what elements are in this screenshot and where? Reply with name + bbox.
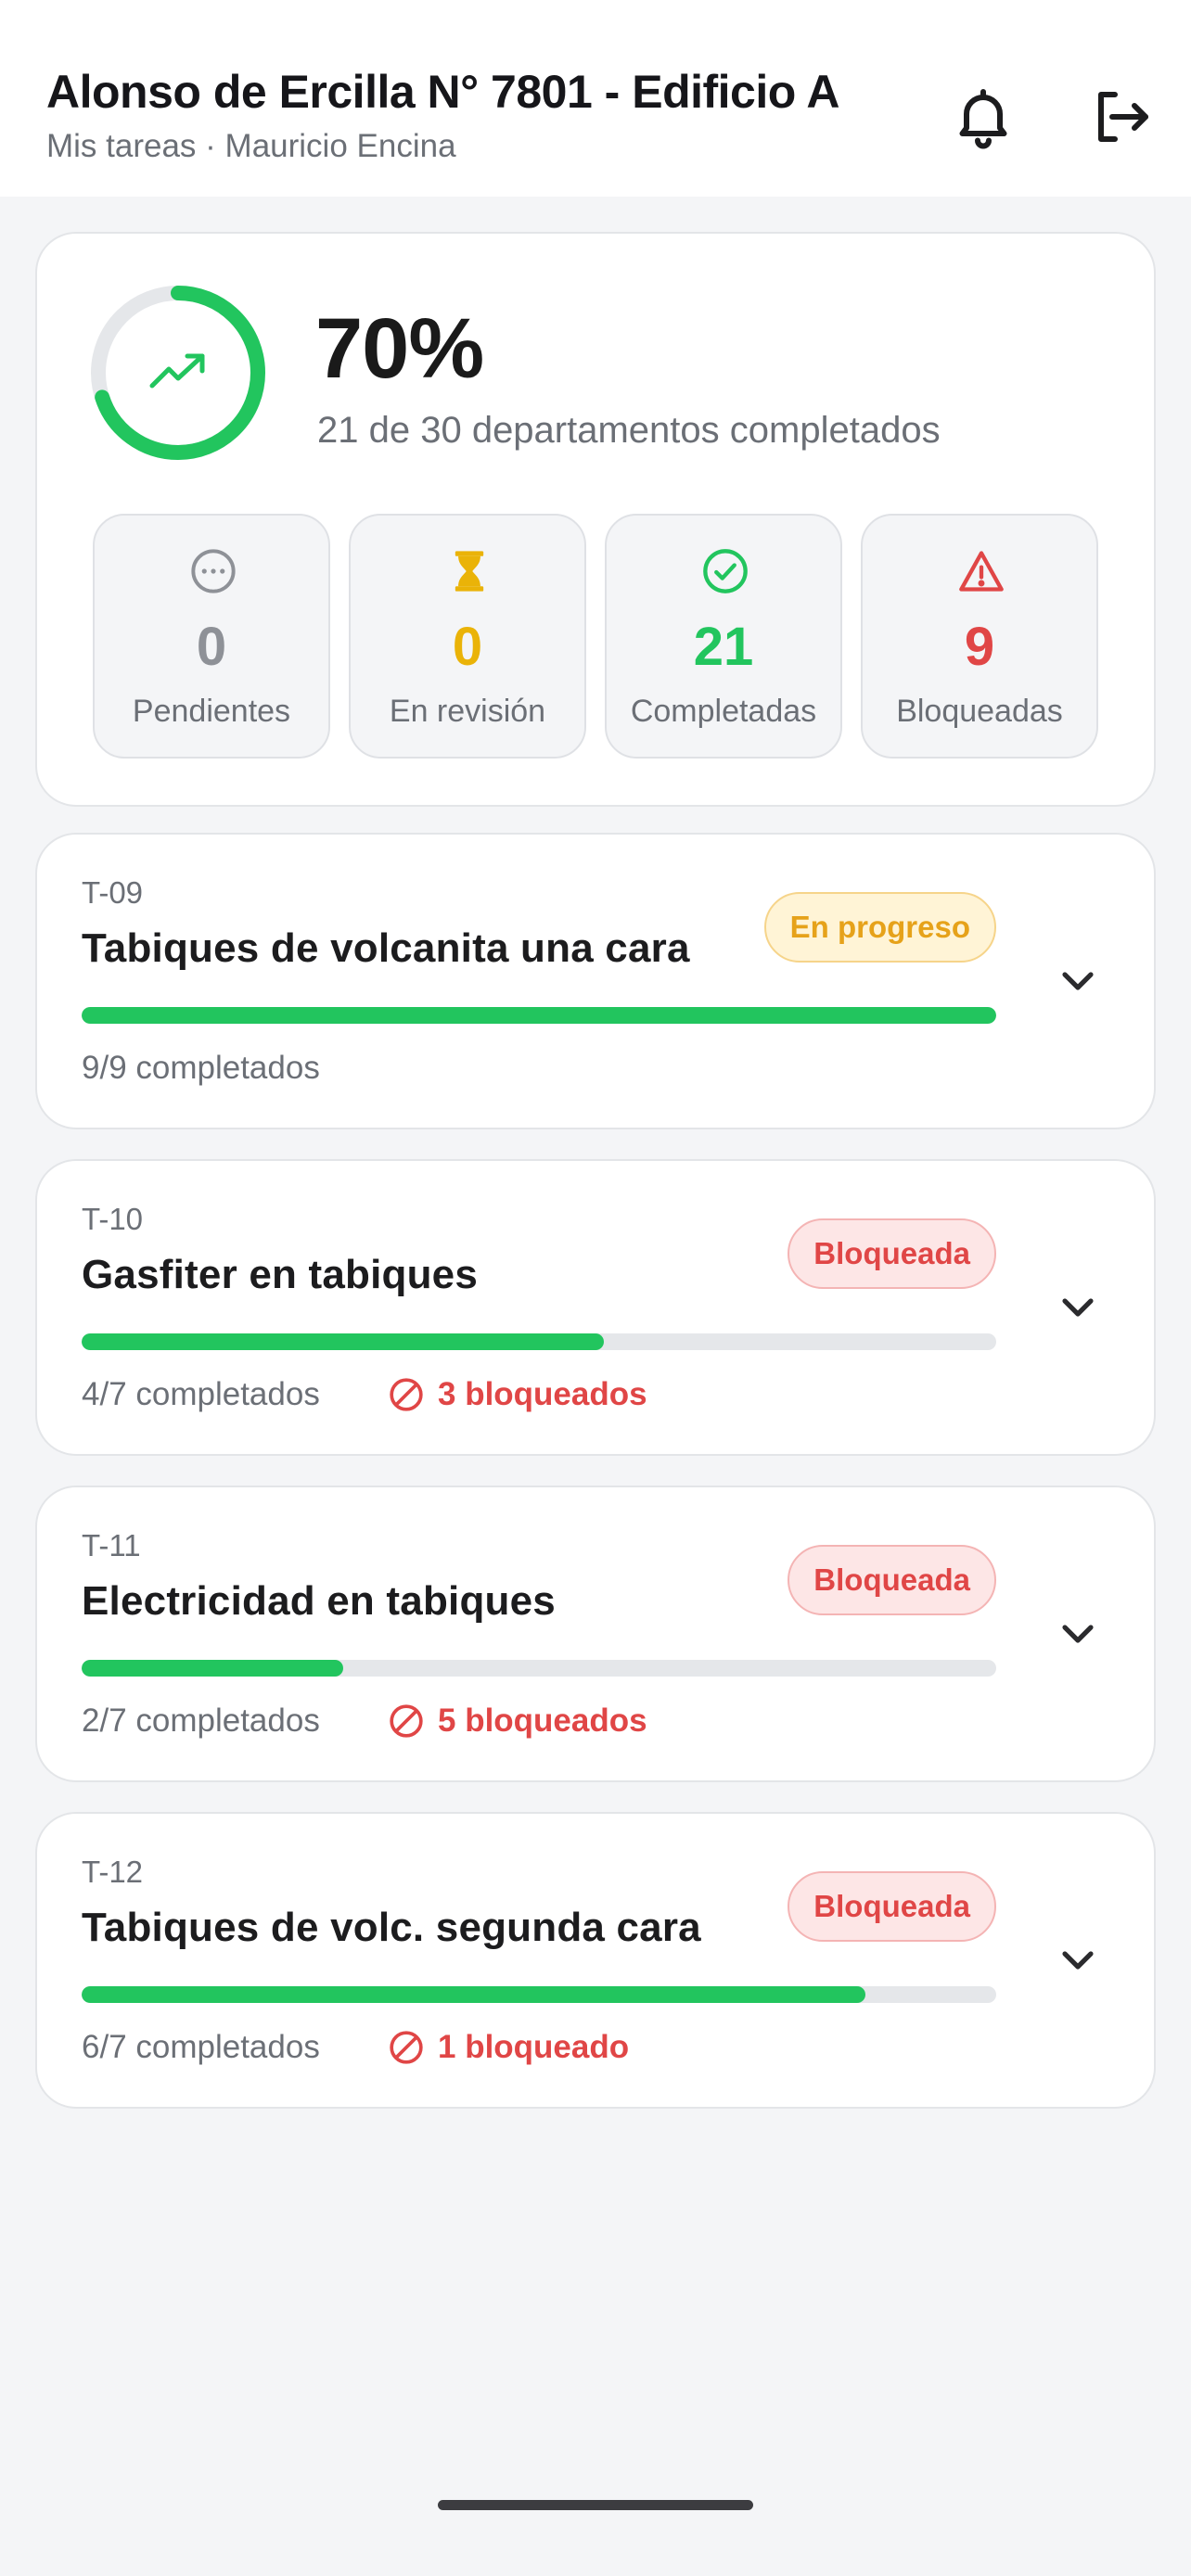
stat-value: 0 (196, 617, 227, 677)
task-name: Tabiques de volcanita una cara (82, 925, 690, 971)
stat-bloqueadas[interactable]: 9 Bloqueadas (861, 514, 1098, 759)
hourglass-icon (445, 547, 493, 595)
status-badge: En progreso (763, 892, 996, 963)
logout-icon[interactable] (1087, 83, 1154, 150)
task-code: T-12 (82, 1855, 144, 1889)
task-card[interactable]: T-10 Gasfiter en tabiques Bloqueada 4/7 … (35, 1159, 1156, 1456)
task-card[interactable]: T-11 Electricidad en tabiques Bloqueada … (35, 1486, 1156, 1782)
status-badge: Bloqueada (788, 1218, 996, 1289)
ban-icon (388, 1376, 425, 1413)
trending-up-icon (149, 353, 205, 389)
task-code: T-10 (82, 1202, 144, 1236)
stat-en-revision[interactable]: 0 En revisión (349, 514, 586, 759)
completed-count: 9/9 completados (82, 1050, 320, 1086)
check-circle-icon (701, 547, 749, 595)
stat-completadas[interactable]: 21 Completadas (605, 514, 842, 759)
progress-caption: 21 de 30 departamentos completados (317, 410, 941, 451)
blocked-count-label: 3 bloqueados (438, 1376, 647, 1412)
blocked-count: 5 bloqueados (388, 1702, 647, 1740)
task-code: T-11 (82, 1528, 141, 1562)
ban-icon (388, 1702, 425, 1740)
blocked-count: 3 bloqueados (388, 1376, 647, 1413)
chevron-down-icon[interactable] (1052, 1608, 1104, 1660)
completed-count: 6/7 completados (82, 2029, 320, 2065)
task-code: T-09 (82, 875, 144, 910)
task-name: Electricidad en tabiques (82, 1578, 556, 1624)
progress-bar (82, 1660, 996, 1677)
dots-circle-icon (189, 547, 237, 595)
chevron-down-icon[interactable] (1052, 955, 1104, 1007)
stat-value: 9 (964, 617, 995, 677)
chevron-down-icon[interactable] (1052, 1934, 1104, 1986)
blocked-count-label: 5 bloqueados (438, 1702, 647, 1739)
completed-count: 4/7 completados (82, 1376, 320, 1412)
bell-icon[interactable] (950, 83, 1017, 150)
blocked-count: 1 bloqueado (388, 2029, 629, 2066)
status-badge: Bloqueada (788, 1871, 996, 1942)
progress-bar-fill (82, 1333, 605, 1350)
stat-value: 21 (693, 617, 754, 677)
progress-bar (82, 1333, 996, 1350)
chevron-down-icon[interactable] (1052, 1282, 1104, 1333)
task-name: Tabiques de volc. segunda cara (82, 1905, 701, 1950)
stat-label: Pendientes (132, 694, 291, 729)
progress-bar (82, 1007, 996, 1024)
app-header: Alonso de Ercilla N° 7801 - Edificio A M… (0, 0, 1191, 197)
task-card[interactable]: T-12 Tabiques de volc. segunda cara Bloq… (35, 1812, 1156, 2109)
progress-percent: 70% (315, 301, 484, 396)
stat-pendientes[interactable]: 0 Pendientes (93, 514, 330, 759)
task-card[interactable]: T-09 Tabiques de volcanita una cara En p… (35, 833, 1156, 1129)
page-title: Alonso de Ercilla N° 7801 - Edificio A (46, 66, 839, 118)
progress-ring (85, 280, 271, 465)
stat-label: En revisión (389, 694, 546, 729)
ban-icon (388, 2029, 425, 2066)
progress-bar (82, 1986, 996, 2003)
completed-count: 2/7 completados (82, 1702, 320, 1739)
page-subtitle: Mis tareas · Mauricio Encina (46, 128, 456, 164)
progress-bar-fill (82, 1986, 866, 2003)
stat-value: 0 (452, 617, 483, 677)
home-indicator[interactable] (438, 2500, 753, 2510)
stat-label: Completadas (630, 694, 817, 729)
progress-bar-fill (82, 1007, 996, 1024)
stat-label: Bloqueadas (896, 694, 1063, 729)
warning-icon (957, 547, 1005, 595)
task-name: Gasfiter en tabiques (82, 1252, 479, 1297)
status-badge: Bloqueada (788, 1545, 996, 1615)
progress-bar-fill (82, 1660, 343, 1677)
blocked-count-label: 1 bloqueado (438, 2029, 630, 2065)
progress-summary-card: 70% 21 de 30 departamentos completados 0… (35, 232, 1156, 807)
